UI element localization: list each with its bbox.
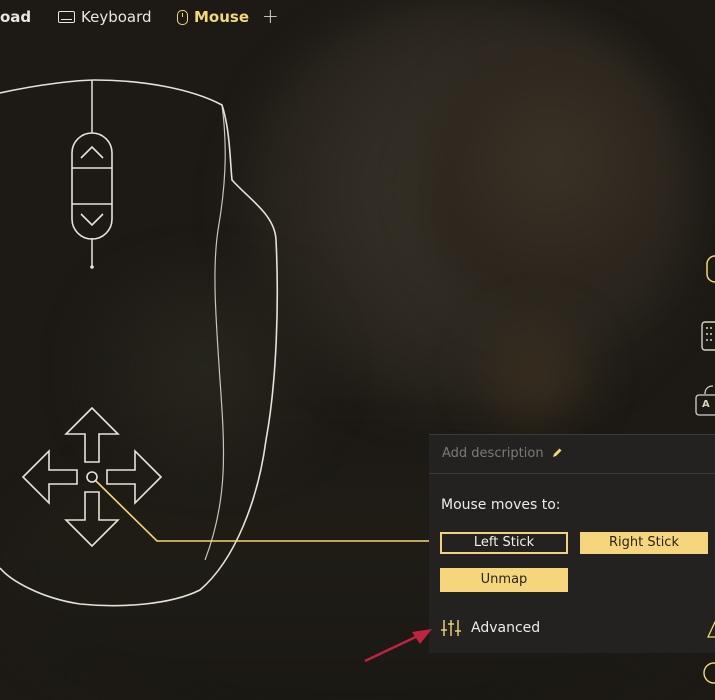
- right-stick-button[interactable]: Right Stick: [580, 532, 708, 554]
- mouse-moves-to-label: Mouse moves to:: [441, 497, 561, 513]
- edge-keyboard-icon[interactable]: [700, 320, 715, 352]
- mouse-body-outline: [0, 79, 279, 607]
- description-row[interactable]: Add description: [429, 435, 715, 474]
- mouse-mapping-panel: Add description Mouse moves to: Left Sti…: [429, 434, 715, 653]
- advanced-label: Advanced: [471, 620, 541, 636]
- description-placeholder: Add description: [442, 446, 544, 461]
- edit-pencil-icon[interactable]: [551, 447, 563, 459]
- edge-help-icon[interactable]: [700, 660, 715, 686]
- sliders-icon: [441, 620, 461, 636]
- scroll-down-icon: [80, 213, 104, 227]
- edge-button-a-icon[interactable]: A: [695, 384, 715, 418]
- left-stick-button[interactable]: Left Stick: [440, 532, 568, 554]
- edge-mouse-icon[interactable]: [700, 254, 715, 284]
- advanced-settings-button[interactable]: Advanced: [441, 619, 540, 637]
- mapping-connector-line: [95, 480, 429, 542]
- scroll-wheel[interactable]: [71, 132, 113, 240]
- unmap-button[interactable]: Unmap: [440, 568, 568, 592]
- edge-warning-icon[interactable]: [707, 621, 715, 639]
- mouse-side-seam: [204, 104, 226, 561]
- edge-button-a-letter: A: [702, 399, 710, 410]
- scroll-up-icon: [80, 145, 104, 159]
